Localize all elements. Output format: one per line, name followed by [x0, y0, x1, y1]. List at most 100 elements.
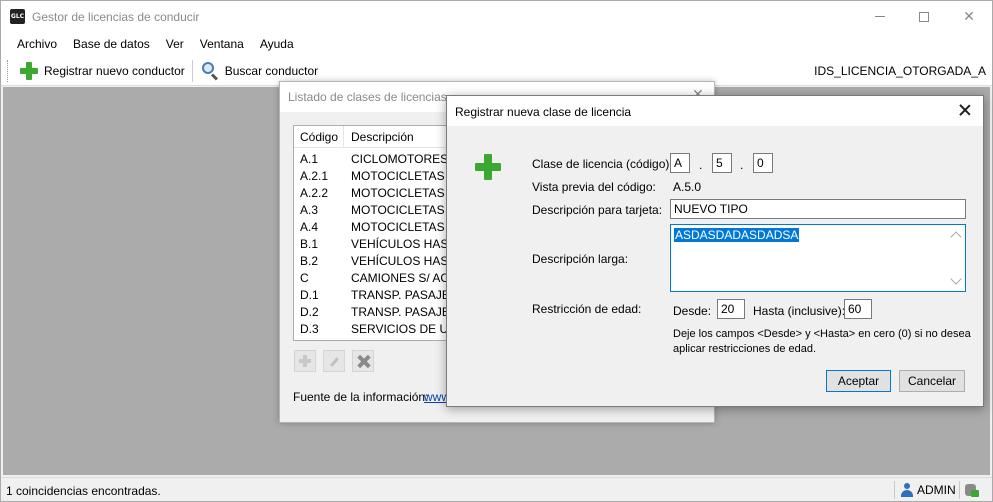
delete-class-button[interactable] — [352, 350, 374, 372]
code-separator: . — [740, 158, 744, 172]
list-item[interactable]: A.2.1 MOTOCICLETAS DI — [294, 167, 453, 184]
register-driver-button[interactable]: Registrar nuevo conductor — [16, 58, 188, 84]
preview-label: Vista previa del código: — [532, 180, 656, 194]
list-item-description: CAMIONES S/ ACO — [351, 271, 453, 285]
card-description-label: Descripción para tarjeta: — [532, 203, 663, 217]
menu-ver[interactable]: Ver — [158, 33, 192, 55]
list-item[interactable]: A.4 MOTOCICLETAS DI — [294, 218, 453, 235]
register-driver-label: Registrar nuevo conductor — [44, 63, 185, 78]
app-logo-icon: GLC — [10, 9, 25, 24]
list-item-description: VEHÍCULOS HASTA — [351, 254, 453, 268]
preview-value: A.5.0 — [673, 180, 702, 194]
age-from-label: Desde: — [673, 304, 712, 318]
search-driver-button[interactable]: Buscar conductor — [197, 58, 321, 84]
plus-icon — [474, 153, 502, 181]
cancel-button[interactable]: Cancelar — [899, 370, 965, 392]
column-divider[interactable] — [343, 126, 344, 148]
list-item-code: A.2.1 — [300, 169, 329, 183]
age-to-input[interactable] — [844, 299, 872, 319]
menu-ventana[interactable]: Ventana — [192, 33, 252, 55]
close-button[interactable]: ✕ — [946, 1, 992, 32]
list-item-description: MOTOCICLETAS DI — [351, 186, 453, 200]
window-title: Gestor de licencias de conducir — [32, 10, 200, 24]
status-separator — [959, 481, 960, 499]
code-part-2-input[interactable] — [712, 153, 732, 173]
list-item[interactable]: D.1 TRANSP. PASAJEF — [294, 286, 453, 303]
list-item[interactable]: B.1 VEHÍCULOS HASTA — [294, 235, 453, 252]
minimize-button[interactable] — [857, 1, 903, 32]
plus-icon — [19, 61, 39, 81]
long-description-value: ASDASDADASDADSA — [674, 228, 800, 242]
code-separator: . — [699, 158, 703, 172]
list-item-code: D.2 — [300, 305, 319, 319]
license-classes-list[interactable]: Código Descripción A.1 CICLOMOTORES H A.2… — [293, 125, 453, 341]
list-item-code: B.2 — [300, 254, 319, 268]
menu-ayuda[interactable]: Ayuda — [252, 33, 302, 55]
column-header-code[interactable]: Código — [300, 130, 338, 144]
maximize-button[interactable] — [901, 1, 947, 32]
add-class-button[interactable] — [294, 350, 316, 372]
toolbar-separator — [191, 59, 193, 82]
list-item-code: A.1 — [300, 152, 319, 166]
list-item-code: A.2.2 — [300, 186, 329, 200]
chevron-down-icon[interactable] — [950, 273, 962, 285]
list-item[interactable]: D.3 SERVICIOS DE URO — [294, 320, 452, 337]
list-item-code: A.4 — [300, 220, 319, 234]
user-icon — [901, 483, 913, 497]
accept-button[interactable]: Aceptar — [826, 370, 891, 392]
close-icon: ✕ — [963, 8, 975, 24]
maximize-icon — [919, 11, 929, 22]
main-window: GLC Gestor de licencias de conducir ✕ Ar… — [0, 0, 993, 502]
list-item-description: TRANSP. PASAJEF — [351, 305, 453, 319]
toolbar-grip[interactable] — [7, 59, 10, 82]
list-item[interactable]: A.1 CICLOMOTORES H — [294, 150, 452, 167]
status-separator — [894, 481, 895, 499]
list-item-code: A.3 — [300, 203, 319, 217]
menu-base-de-datos[interactable]: Base de datos — [65, 33, 158, 55]
list-item[interactable]: D.2 TRANSP. PASAJEF — [294, 303, 453, 320]
list-item-description: MOTOCICLETAS DI — [351, 203, 453, 217]
age-restriction-note: Deje los campos <Desde> y <Hasta> en cer… — [673, 328, 971, 355]
list-actions — [294, 350, 381, 372]
age-to-label: Hasta (inclusive): — [753, 304, 846, 318]
list-item-description: SERVICIOS DE URO — [351, 322, 452, 336]
list-item[interactable]: C CAMIONES S/ ACO — [294, 269, 453, 286]
edit-class-button[interactable] — [323, 350, 345, 372]
list-item-description: MOTOCICLETAS DI — [351, 220, 453, 234]
age-restriction-label: Restricción de edad: — [532, 302, 642, 316]
search-icon — [200, 61, 220, 81]
list-rows: A.1 CICLOMOTORES H A.2.1 MOTOCICLETAS DI A… — [294, 150, 453, 337]
source-label: Fuente de la información: — [293, 390, 429, 404]
list-item-description: VEHÍCULOS HASTA — [351, 237, 453, 251]
menu-archivo[interactable]: Archivo — [9, 33, 65, 55]
textarea-scrollbar[interactable] — [948, 225, 965, 291]
list-item[interactable]: A.3 MOTOCICLETAS DI — [294, 201, 453, 218]
card-description-input[interactable] — [670, 199, 966, 219]
code-part-1-input[interactable] — [670, 153, 690, 173]
dialog-title-bar: Registrar nueva clase de licencia — [447, 96, 983, 126]
list-item-description: MOTOCICLETAS DI — [351, 169, 453, 183]
title-bar: GLC Gestor de licencias de conducir ✕ — [1, 1, 992, 32]
code-part-3-input[interactable] — [753, 153, 773, 173]
register-class-dialog: Registrar nueva clase de licencia Clase … — [446, 95, 984, 407]
age-from-input[interactable] — [717, 299, 745, 319]
dialog-title: Registrar nueva clase de licencia — [455, 105, 632, 119]
long-description-textarea[interactable]: ASDASDADASDADSA — [670, 224, 966, 292]
list-item-code: D.1 — [300, 288, 319, 302]
list-item[interactable]: B.2 VEHÍCULOS HASTA — [294, 252, 453, 269]
list-item-code: C — [300, 271, 309, 285]
status-username: ADMIN — [917, 483, 956, 497]
dialog-close-button[interactable] — [957, 101, 973, 119]
list-item-code: D.3 — [300, 322, 319, 336]
code-label: Clase de licencia (código): — [532, 157, 673, 171]
list-header: Código Descripción — [294, 126, 452, 148]
chevron-up-icon[interactable] — [950, 231, 962, 243]
list-window-title: Listado de clases de licencias — [288, 90, 447, 104]
column-header-description[interactable]: Descripción — [351, 130, 414, 144]
status-user: ADMIN — [901, 483, 956, 497]
status-text: 1 coincidencias encontradas. — [6, 484, 161, 498]
list-item[interactable]: A.2.2 MOTOCICLETAS DI — [294, 184, 453, 201]
menu-bar: Archivo Base de datos Ver Ventana Ayuda — [1, 32, 992, 56]
minimize-icon — [875, 16, 885, 17]
list-item-description: TRANSP. PASAJEF — [351, 288, 453, 302]
